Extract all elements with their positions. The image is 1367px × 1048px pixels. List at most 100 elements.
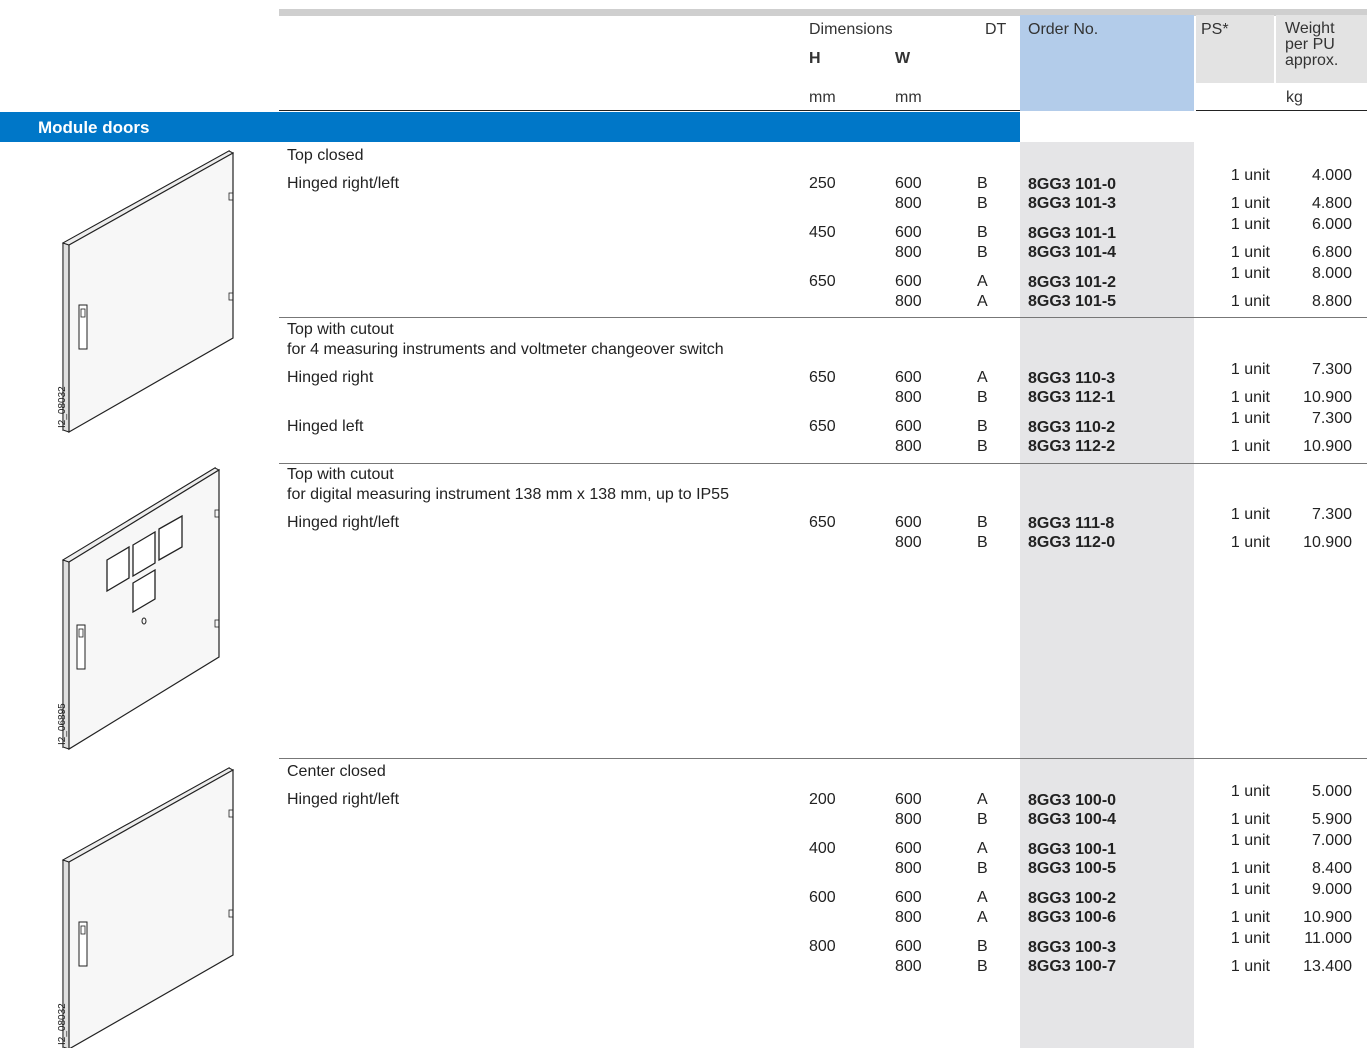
height-cell: 800 [809, 938, 836, 955]
group-sublabel: Hinged right/left [287, 175, 400, 192]
group-sublabel: Hinged right/left [287, 514, 400, 531]
section-banner: Module doors [0, 112, 1020, 142]
door-with-cutouts-illustration [61, 466, 221, 751]
order-number-cell: 8GG3 110-3 [1028, 370, 1116, 387]
dt-cell: B [977, 438, 988, 455]
ps-cell: 1 unit [1230, 534, 1270, 551]
height-cell: 650 [809, 369, 836, 386]
weight-cell: 9.000 [1311, 881, 1352, 898]
width-cell: 600 [895, 840, 922, 857]
group-sublabel: Hinged right [287, 369, 374, 386]
dt-cell: A [977, 909, 988, 926]
order-number-cell: 8GG3 100-2 [1028, 890, 1117, 907]
group-separator [279, 463, 1367, 464]
order-number-cell: 8GG3 100-4 [1028, 811, 1117, 828]
dt-cell: A [977, 293, 988, 310]
ps-cell: 1 unit [1230, 361, 1270, 378]
width-cell: 800 [895, 293, 922, 310]
height-cell: 650 [809, 514, 836, 531]
width-cell: 800 [895, 958, 922, 975]
ps-cell: 1 unit [1230, 930, 1270, 947]
dt-cell: B [977, 938, 988, 955]
weight-cell: 4.800 [1311, 195, 1352, 212]
group-title: Top with cutout [287, 466, 394, 483]
dt-cell: A [977, 840, 988, 857]
ps-cell: 1 unit [1230, 832, 1270, 849]
order-number-cell: 8GG3 100-6 [1028, 909, 1117, 926]
height-cell: 450 [809, 224, 836, 241]
image-id-label: I2_06895 [57, 703, 68, 745]
order-number-cell: 8GG3 101-4 [1028, 244, 1117, 261]
dt-cell: B [977, 389, 988, 406]
width-cell: 800 [895, 438, 922, 455]
order-number-cell: 8GG3 111-8 [1028, 515, 1115, 532]
weight-cell: 5.000 [1311, 783, 1352, 800]
width-cell: 600 [895, 418, 922, 435]
width-cell: 800 [895, 909, 922, 926]
dt-cell: A [977, 791, 988, 808]
group-separator [279, 758, 1367, 759]
dt-cell: A [977, 889, 988, 906]
group-title-line2: for 4 measuring instruments and voltmete… [287, 341, 724, 358]
image-id-label: I2_08032 [57, 1003, 68, 1045]
height-unit: mm [809, 89, 836, 106]
ps-cell: 1 unit [1230, 438, 1270, 455]
order-number-cell: 8GG3 101-2 [1028, 274, 1117, 291]
weight-cell: 6.800 [1311, 244, 1352, 261]
ps-cell: 1 unit [1230, 506, 1270, 523]
dt-cell: A [977, 273, 988, 290]
ps-cell: 1 unit [1230, 389, 1270, 406]
order-number-cell: 8GG3 101-1 [1028, 225, 1117, 242]
order-number-cell: 8GG3 100-5 [1028, 860, 1117, 877]
width-cell: 600 [895, 889, 922, 906]
width-header: W [895, 50, 911, 67]
width-cell: 800 [895, 195, 922, 212]
group-separator [279, 317, 1367, 318]
order-number-cell: 8GG3 112-1 [1028, 389, 1116, 406]
ps-cell: 1 unit [1230, 958, 1270, 975]
weight-cell: 7.300 [1311, 506, 1352, 523]
weight-cell: 6.000 [1311, 216, 1352, 233]
order-number-cell: 8GG3 100-7 [1028, 958, 1117, 975]
dt-cell: B [977, 418, 988, 435]
height-cell: 200 [809, 791, 836, 808]
order-number-cell: 8GG3 112-0 [1028, 534, 1116, 551]
ps-cell: 1 unit [1230, 909, 1270, 926]
dt-cell: B [977, 224, 988, 241]
weight-cell: 10.900 [1303, 389, 1352, 406]
weight-cell: 5.900 [1311, 811, 1352, 828]
weight-cell: 4.000 [1311, 167, 1352, 184]
ps-cell: 1 unit [1230, 783, 1270, 800]
weight-cell: 7.300 [1311, 361, 1352, 378]
weight-cell: 7.000 [1311, 832, 1352, 849]
door-illustration [61, 149, 235, 434]
ps-cell: 1 unit [1230, 860, 1270, 877]
dt-cell: B [977, 175, 988, 192]
dt-cell: B [977, 811, 988, 828]
dt-cell: B [977, 860, 988, 877]
width-cell: 600 [895, 938, 922, 955]
ps-header: PS* [1201, 21, 1229, 38]
group-sublabel: Hinged right/left [287, 791, 400, 808]
ps-cell: 1 unit [1230, 216, 1270, 233]
ps-cell: 1 unit [1230, 265, 1270, 282]
ps-cell: 1 unit [1230, 293, 1270, 310]
header-rule [279, 110, 1020, 111]
ps-cell: 1 unit [1230, 881, 1270, 898]
width-cell: 800 [895, 811, 922, 828]
width-cell: 600 [895, 175, 922, 192]
section-title: Module doors [38, 118, 150, 137]
dt-cell: B [977, 195, 988, 212]
ps-cell: 1 unit [1230, 244, 1270, 261]
ps-cell: 1 unit [1230, 167, 1270, 184]
dt-cell: A [977, 369, 988, 386]
dt-cell: B [977, 534, 988, 551]
width-cell: 800 [895, 389, 922, 406]
order-number-cell: 8GG3 101-3 [1028, 195, 1117, 212]
width-unit: mm [895, 89, 922, 106]
weight-cell: 7.300 [1311, 410, 1352, 427]
weight-header: Weight per PU approx. [1285, 21, 1338, 69]
dt-header: DT [985, 21, 1007, 38]
height-cell: 400 [809, 840, 836, 857]
height-cell: 650 [809, 273, 836, 290]
